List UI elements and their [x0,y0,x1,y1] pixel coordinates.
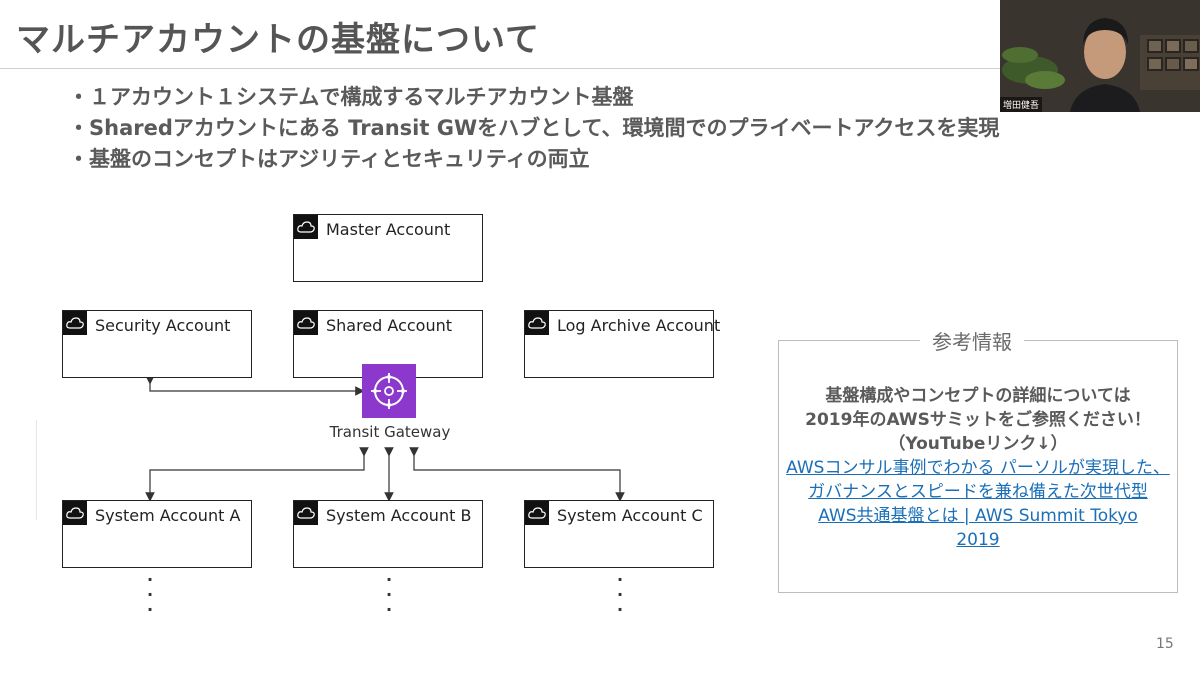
master-account-label: Master Account [326,220,451,239]
cloud-icon [294,311,318,335]
log-archive-account-box: Log Archive Account [524,310,720,378]
cloud-icon [294,215,318,239]
system-account-a-label: System Account A [95,506,241,525]
transit-gateway-label: Transit Gateway [329,423,451,441]
system-a-link [145,447,369,502]
system-account-c-label: System Account C [557,506,703,525]
reference-title: 参考情報 [920,326,1024,355]
transit-gateway-icon [362,364,416,418]
master-account-box: Master Account [293,214,483,282]
cloud-icon [63,311,87,335]
system-c-link [409,447,625,502]
system-account-b-label: System Account B [326,506,472,525]
page-number: 15 [1156,636,1174,652]
system-account-b-box: System Account B [293,500,483,568]
link-line[interactable]: AWSコンサル事例でわかる パーソルが実現した、 [778,456,1178,480]
webcam-name-tag: 増田健吾 [1000,97,1043,112]
shared-account-label: Shared Account [326,316,453,335]
continuation-dots: · · · [146,570,154,619]
security-link [145,375,365,396]
log-archive-account-label: Log Archive Account [557,316,721,335]
continuation-dots: · · · [616,570,624,619]
reference-text: 基盤構成やコンセプトの詳細については 2019年のAWSサミットをご参照ください… [778,384,1178,456]
system-account-a-box: System Account A [62,500,252,568]
left-edge-line [36,420,37,520]
webcam-feed [1000,0,1200,112]
aws-summit-video-link[interactable]: AWSコンサル事例でわかる パーソルが実現した、 ガバナンスとスピードを兼ね備え… [778,456,1178,552]
continuation-dots: · · · [385,570,393,619]
system-account-c-box: System Account C [524,500,714,568]
link-line[interactable]: 2019 [778,528,1178,552]
security-account-box: Security Account [62,310,252,378]
link-line[interactable]: ガバナンスとスピードを兼ね備えた次世代型 [778,480,1178,504]
cloud-icon [63,501,87,525]
reference-line: 基盤構成やコンセプトの詳細については [825,386,1131,406]
link-line[interactable]: AWS共通基盤とは | AWS Summit Tokyo [778,504,1178,528]
security-account-label: Security Account [95,316,231,335]
cloud-icon [525,501,549,525]
reference-line: 2019年のAWSサミットをご参照ください！ [805,410,1151,430]
cloud-icon [525,311,549,335]
reference-line: （YouTubeリンク↓） [888,434,1068,454]
cloud-icon [294,501,318,525]
